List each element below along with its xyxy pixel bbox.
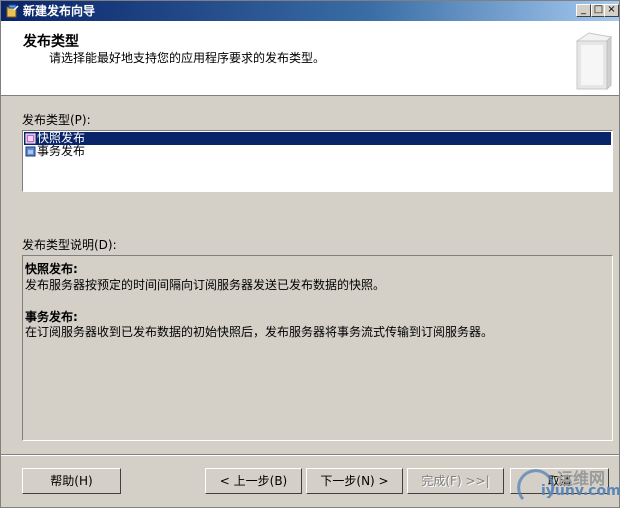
- close-button[interactable]: ×: [604, 4, 619, 17]
- finish-button[interactable]: 完成(F) >>|: [407, 468, 504, 494]
- list-item-label: 事务发布: [37, 144, 86, 158]
- window-title: 新建发布向导: [23, 4, 96, 18]
- snapshot-publication-icon: [25, 133, 36, 144]
- list-item-snapshot-publication[interactable]: 快照发布: [24, 132, 611, 145]
- wizard-app-icon: [6, 4, 19, 18]
- publication-type-label: 发布类型(P):: [22, 113, 91, 127]
- description-text-snapshot: 发布服务器按预定的时间间隔向订阅服务器发送已发布数据的快照。: [25, 278, 386, 292]
- title-bar[interactable]: 新建发布向导 _ □ ×: [1, 1, 619, 21]
- wizard-window: 新建发布向导 _ □ × 发布类型 请选择能最好地支持您的应用程序要求的发布类型…: [0, 0, 620, 508]
- description-label: 发布类型说明(D):: [22, 238, 117, 252]
- transactional-publication-icon: [25, 146, 36, 157]
- page-subtitle: 请选择能最好地支持您的应用程序要求的发布类型。: [49, 51, 326, 65]
- wizard-banner-icon: [575, 32, 613, 91]
- watermark: 运维网 iyunv.com: [517, 459, 620, 505]
- description-box: 快照发布: 发布服务器按预定的时间间隔向订阅服务器发送已发布数据的快照。 事务发…: [22, 255, 613, 441]
- publication-type-list[interactable]: 快照发布 事务发布: [22, 130, 613, 192]
- help-button[interactable]: 帮助(H): [22, 468, 121, 494]
- description-text-transactional: 在订阅服务器收到已发布数据的初始快照后，发布服务器将事务流式传输到订阅服务器。: [25, 325, 494, 339]
- next-button[interactable]: 下一步(N) >: [306, 468, 403, 494]
- close-icon: ×: [607, 4, 616, 15]
- minimize-icon: _: [581, 4, 586, 15]
- maximize-icon: □: [593, 4, 604, 15]
- list-item-transactional-publication[interactable]: 事务发布: [24, 145, 611, 158]
- footer-separator: [1, 454, 619, 456]
- page-title: 发布类型: [23, 34, 79, 50]
- minimize-button[interactable]: _: [576, 4, 591, 17]
- description-heading-snapshot: 快照发布:: [25, 262, 78, 276]
- watermark-text-bottom: iyunv.com: [541, 483, 620, 499]
- back-button[interactable]: < 上一步(B): [205, 468, 302, 494]
- wizard-header: 发布类型 请选择能最好地支持您的应用程序要求的发布类型。: [1, 21, 619, 96]
